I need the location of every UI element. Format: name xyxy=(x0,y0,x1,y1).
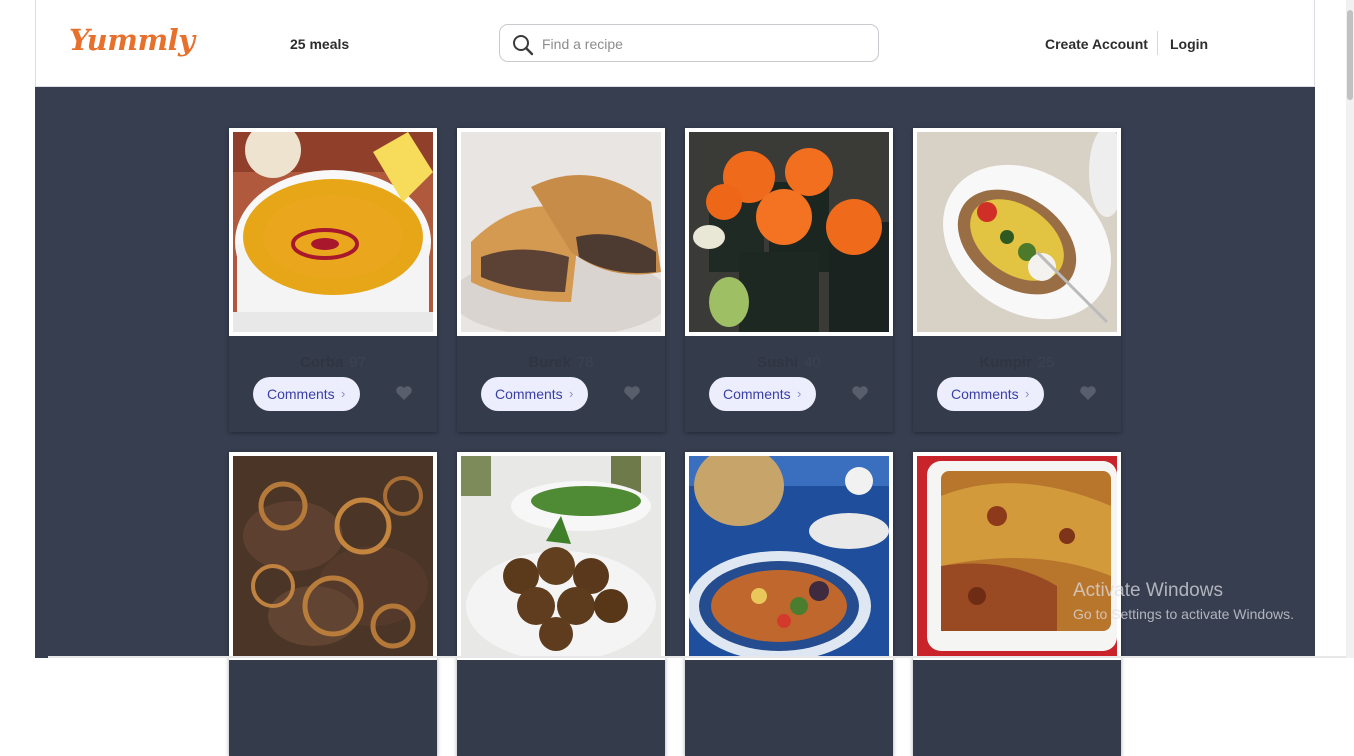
comments-button[interactable]: Comments › xyxy=(481,377,588,411)
recipe-photo[interactable] xyxy=(229,128,437,336)
recipe-name: Sushi xyxy=(757,354,799,371)
recipe-title: Corba 97 xyxy=(229,354,437,371)
recipe-card[interactable]: Corba 97 Comments › xyxy=(229,128,437,432)
yummly-logo[interactable]: Yummly xyxy=(69,23,195,57)
recipe-title: Kumpir 25 xyxy=(913,354,1121,371)
lentil-soup-photo xyxy=(233,132,433,332)
grilled-liver-onions-photo xyxy=(233,456,433,656)
recipe-photo[interactable] xyxy=(913,128,1121,336)
meat-pie-photo xyxy=(461,132,661,332)
scrollbar-thumb[interactable] xyxy=(1347,10,1353,100)
recipe-card[interactable] xyxy=(685,452,893,756)
recipe-photo[interactable] xyxy=(685,452,893,660)
sushi-rolls-photo xyxy=(689,132,889,332)
activate-windows-watermark: Activate Windows Go to Settings to activ… xyxy=(1073,580,1294,622)
stuffed-potato-photo xyxy=(917,132,1117,332)
chevron-right-icon: › xyxy=(341,386,346,401)
recipe-count: 25 xyxy=(1037,354,1055,371)
chevron-right-icon: › xyxy=(1025,386,1030,401)
comments-button[interactable]: Comments › xyxy=(937,377,1044,411)
search-box[interactable] xyxy=(499,24,879,62)
heart-icon[interactable] xyxy=(395,384,413,402)
nav-divider xyxy=(1157,31,1158,55)
recipe-count: 78 xyxy=(576,354,594,371)
recipe-name: Corba xyxy=(299,354,344,371)
heart-icon[interactable] xyxy=(1079,384,1097,402)
site-header: Yummly 25 meals Create Account Login xyxy=(35,0,1315,87)
heart-icon[interactable] xyxy=(623,384,641,402)
recipe-count: 40 xyxy=(804,354,821,371)
search-input[interactable] xyxy=(540,33,864,55)
watermark-subtitle: Go to Settings to activate Windows. xyxy=(1073,606,1294,622)
recipe-count: 97 xyxy=(349,354,367,371)
comments-label: Comments xyxy=(951,386,1019,402)
recipe-card[interactable] xyxy=(229,452,437,756)
comments-label: Comments xyxy=(723,386,791,402)
comments-label: Comments xyxy=(267,386,335,402)
watermark-title: Activate Windows xyxy=(1073,580,1223,601)
recipes-page: Yummly 25 meals Create Account Login xyxy=(35,0,1315,756)
lasagna-photo xyxy=(917,456,1117,656)
comments-label: Comments xyxy=(495,386,563,402)
recipe-card[interactable]: Kumpir 25 Comments › xyxy=(913,128,1121,432)
recipe-photo[interactable] xyxy=(913,452,1121,660)
meals-count: 25 meals xyxy=(290,36,350,52)
falafel-photo xyxy=(461,456,661,656)
search-icon xyxy=(513,35,534,56)
recipe-card[interactable]: Sushi 40 Comments › xyxy=(685,128,893,432)
recipe-card[interactable]: Burek 78 Comments › xyxy=(457,128,665,432)
comments-button[interactable]: Comments › xyxy=(253,377,360,411)
login-link[interactable]: Login xyxy=(1170,36,1208,52)
recipe-card[interactable] xyxy=(457,452,665,756)
comments-button[interactable]: Comments › xyxy=(709,377,816,411)
create-account-link[interactable]: Create Account xyxy=(1045,36,1148,52)
recipe-photo[interactable] xyxy=(457,128,665,336)
heart-icon[interactable] xyxy=(851,384,869,402)
recipe-title: Sushi 40 xyxy=(685,354,893,371)
vertical-scrollbar[interactable] xyxy=(1346,0,1354,658)
recipe-name: Kumpir xyxy=(979,354,1032,371)
recipe-photo[interactable] xyxy=(457,452,665,660)
recipe-title: Burek 78 xyxy=(457,354,665,371)
recipe-photo[interactable] xyxy=(685,128,893,336)
chevron-right-icon: › xyxy=(797,386,802,401)
vegetable-plate-photo xyxy=(689,456,889,656)
chevron-right-icon: › xyxy=(569,386,574,401)
recipe-photo[interactable] xyxy=(229,452,437,660)
recipe-name: Burek xyxy=(528,354,571,371)
